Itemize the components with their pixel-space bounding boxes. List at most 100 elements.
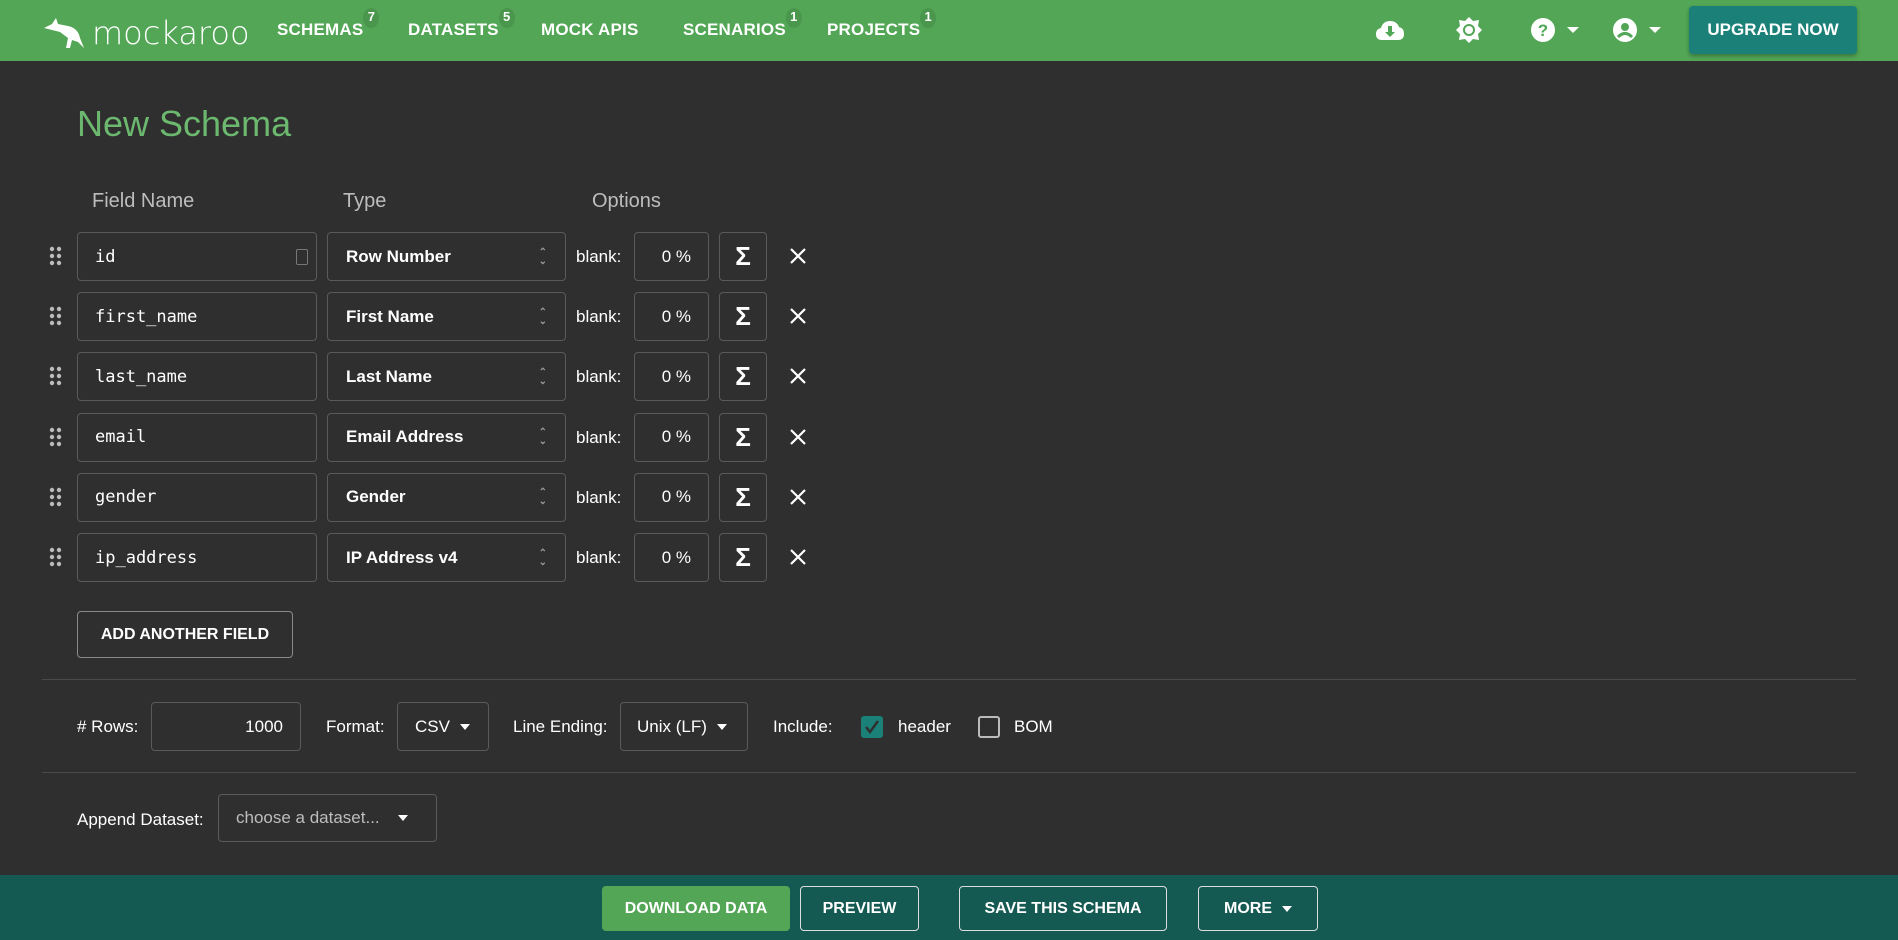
- field-name-input[interactable]: gender: [77, 472, 317, 522]
- nav-schemas[interactable]: SCHEMAS 7: [277, 8, 380, 40]
- remove-field-button[interactable]: [786, 545, 810, 569]
- formula-button[interactable]: Σ: [719, 472, 767, 522]
- remove-field-button[interactable]: [786, 304, 810, 328]
- blank-percent-input[interactable]: 0 %: [634, 232, 709, 281]
- account-icon[interactable]: [1610, 15, 1640, 45]
- remove-field-button[interactable]: [786, 244, 810, 268]
- download-data-button[interactable]: DOWNLOAD DATA: [602, 886, 790, 931]
- format-value: CSV: [415, 716, 450, 736]
- close-icon: [790, 368, 806, 385]
- close-icon: [790, 308, 806, 324]
- formula-button[interactable]: Σ: [719, 352, 767, 402]
- formula-button[interactable]: Σ: [719, 412, 767, 462]
- field-type-value: Last Name: [346, 366, 432, 386]
- format-select[interactable]: CSV: [397, 702, 489, 751]
- help-icon[interactable]: ?: [1528, 15, 1558, 45]
- preview-button[interactable]: PREVIEW: [800, 886, 919, 931]
- page-title: New Schema: [77, 103, 292, 144]
- remove-field-button[interactable]: [786, 425, 810, 449]
- close-icon: [790, 489, 806, 505]
- nav-badge: 5: [498, 8, 515, 28]
- nav-projects[interactable]: PROJECTS 1: [827, 8, 937, 40]
- blank-percent-input[interactable]: 0 %: [634, 472, 709, 522]
- formula-button[interactable]: Σ: [719, 232, 767, 281]
- nav-label: MOCK APIS: [541, 20, 639, 39]
- kangaroo-icon: [44, 18, 84, 48]
- append-dataset-placeholder: choose a dataset...: [236, 808, 380, 827]
- drag-handle-icon[interactable]: [49, 487, 63, 507]
- nav-badge: 1: [920, 8, 937, 28]
- line-ending-label: Line Ending:: [513, 717, 608, 736]
- brightness-icon[interactable]: [1454, 15, 1484, 45]
- field-type-select[interactable]: Email Address ⌃ ⌄: [327, 412, 566, 462]
- append-dataset-select[interactable]: choose a dataset...: [218, 794, 437, 842]
- formula-button[interactable]: Σ: [719, 292, 767, 342]
- rows-label: # Rows:: [77, 717, 139, 736]
- drag-handle-icon[interactable]: [49, 366, 63, 386]
- field-name-input[interactable]: email: [77, 412, 317, 462]
- drag-handle-icon[interactable]: [49, 427, 63, 447]
- rows-input[interactable]: 1000: [151, 702, 301, 751]
- sigma-icon: Σ: [735, 241, 751, 271]
- format-label: Format:: [326, 717, 385, 736]
- rows-value: 1000: [245, 716, 283, 736]
- nav-label: DATASETS: [408, 20, 499, 39]
- remove-field-button[interactable]: [786, 364, 810, 388]
- nav-datasets[interactable]: DATASETS 5: [408, 8, 515, 40]
- field-name-value: last_name: [95, 366, 188, 387]
- select-arrows-icon: ⌃ ⌄: [538, 487, 547, 508]
- sigma-icon: Σ: [735, 542, 751, 572]
- field-type-select[interactable]: IP Address v4 ⌃ ⌄: [327, 533, 566, 582]
- line-ending-value: Unix (LF): [637, 716, 707, 736]
- line-ending-select[interactable]: Unix (LF): [620, 702, 748, 751]
- account-dropdown-caret[interactable]: [1649, 27, 1661, 33]
- chevron-down-icon: [716, 723, 727, 730]
- nav-scenarios[interactable]: SCENARIOS 1: [683, 8, 802, 40]
- field-type-select[interactable]: Last Name ⌃ ⌄: [327, 352, 566, 402]
- nav-mock-apis[interactable]: MOCK APIS: [541, 20, 639, 40]
- blank-percent-value: 0 %: [661, 366, 691, 386]
- field-name-value: id: [95, 246, 116, 267]
- blank-percent-value: 0 %: [661, 246, 691, 266]
- field-type-select[interactable]: Row Number ⌃ ⌄: [327, 232, 566, 281]
- blank-percent-input[interactable]: 0 %: [634, 292, 709, 342]
- bom-checkbox[interactable]: [978, 716, 1000, 738]
- save-schema-button[interactable]: SAVE THIS SCHEMA: [959, 886, 1167, 931]
- drag-handle-icon[interactable]: [49, 547, 63, 567]
- top-navbar: mockaroo SCHEMAS 7 DATASETS 5 MOCK APIS SC…: [0, 0, 1898, 61]
- blank-percent-input[interactable]: 0 %: [634, 352, 709, 402]
- cloud-download-icon[interactable]: [1375, 15, 1405, 45]
- formula-button[interactable]: Σ: [719, 533, 767, 582]
- blank-label: blank:: [576, 367, 622, 387]
- chevron-down-icon: [397, 815, 408, 821]
- field-type-value: Row Number: [346, 246, 451, 266]
- close-icon: [790, 428, 806, 445]
- remove-field-button[interactable]: [786, 485, 810, 509]
- blank-percent-input[interactable]: 0 %: [634, 412, 709, 462]
- more-label: MORE: [1224, 899, 1272, 917]
- column-header-field-name: Field Name: [92, 190, 195, 212]
- field-name-input[interactable]: ip_address: [77, 533, 317, 582]
- upgrade-now-button[interactable]: UPGRADE NOW: [1689, 6, 1857, 54]
- help-dropdown-caret[interactable]: [1567, 27, 1579, 33]
- contact-card-icon: [296, 248, 308, 265]
- nav-badge: 7: [363, 8, 380, 28]
- blank-percent-input[interactable]: 0 %: [634, 533, 709, 582]
- column-header-options: Options: [592, 190, 661, 212]
- field-type-select[interactable]: Gender ⌃ ⌄: [327, 472, 566, 522]
- header-checkbox[interactable]: [861, 716, 883, 738]
- footer-action-bar: DOWNLOAD DATA PREVIEW SAVE THIS SCHEMA M…: [0, 875, 1898, 940]
- mockaroo-logo[interactable]: mockaroo: [42, 14, 250, 52]
- drag-handle-icon[interactable]: [49, 246, 63, 266]
- field-name-input[interactable]: id: [77, 232, 317, 281]
- field-type-value: Gender: [346, 487, 406, 507]
- bom-checkbox-label: BOM: [1014, 717, 1053, 736]
- svg-text:?: ?: [1538, 21, 1548, 40]
- add-another-field-button[interactable]: ADD ANOTHER FIELD: [77, 611, 293, 658]
- field-name-value: gender: [95, 487, 157, 508]
- field-name-input[interactable]: last_name: [77, 352, 317, 402]
- field-name-input[interactable]: first_name: [77, 292, 317, 342]
- field-type-select[interactable]: First Name ⌃ ⌄: [327, 292, 566, 342]
- more-button[interactable]: MORE: [1198, 886, 1318, 931]
- drag-handle-icon[interactable]: [49, 306, 63, 326]
